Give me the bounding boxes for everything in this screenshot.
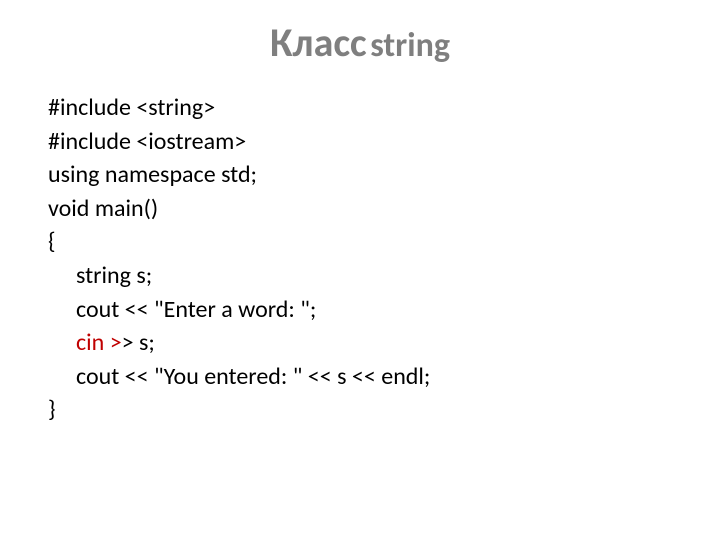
code-block: #include <string> #include <iostream> us… [0,85,720,427]
title-word-1: Класс [270,18,367,67]
code-line-3: using namespace std; [48,158,720,192]
code-line-4: void main() [48,192,720,226]
slide-title: Класс string [0,0,720,85]
code-cin-highlight: cin > [76,328,122,357]
code-line-10: } [48,393,720,427]
code-line-1: #include <string> [48,91,720,125]
code-line-9: cout << "You entered: " << s << endl; [48,360,720,394]
title-word-2: string [370,25,450,66]
code-line-7: cout << "Enter a word: "; [48,293,720,327]
code-cin-rest: > s; [122,328,155,357]
code-line-5: { [48,225,720,259]
code-line-8: cin >> s; [48,326,720,360]
code-line-2: #include <iostream> [48,125,720,159]
code-line-6: string s; [48,259,720,293]
slide: Класс string #include <string> #include … [0,0,720,540]
